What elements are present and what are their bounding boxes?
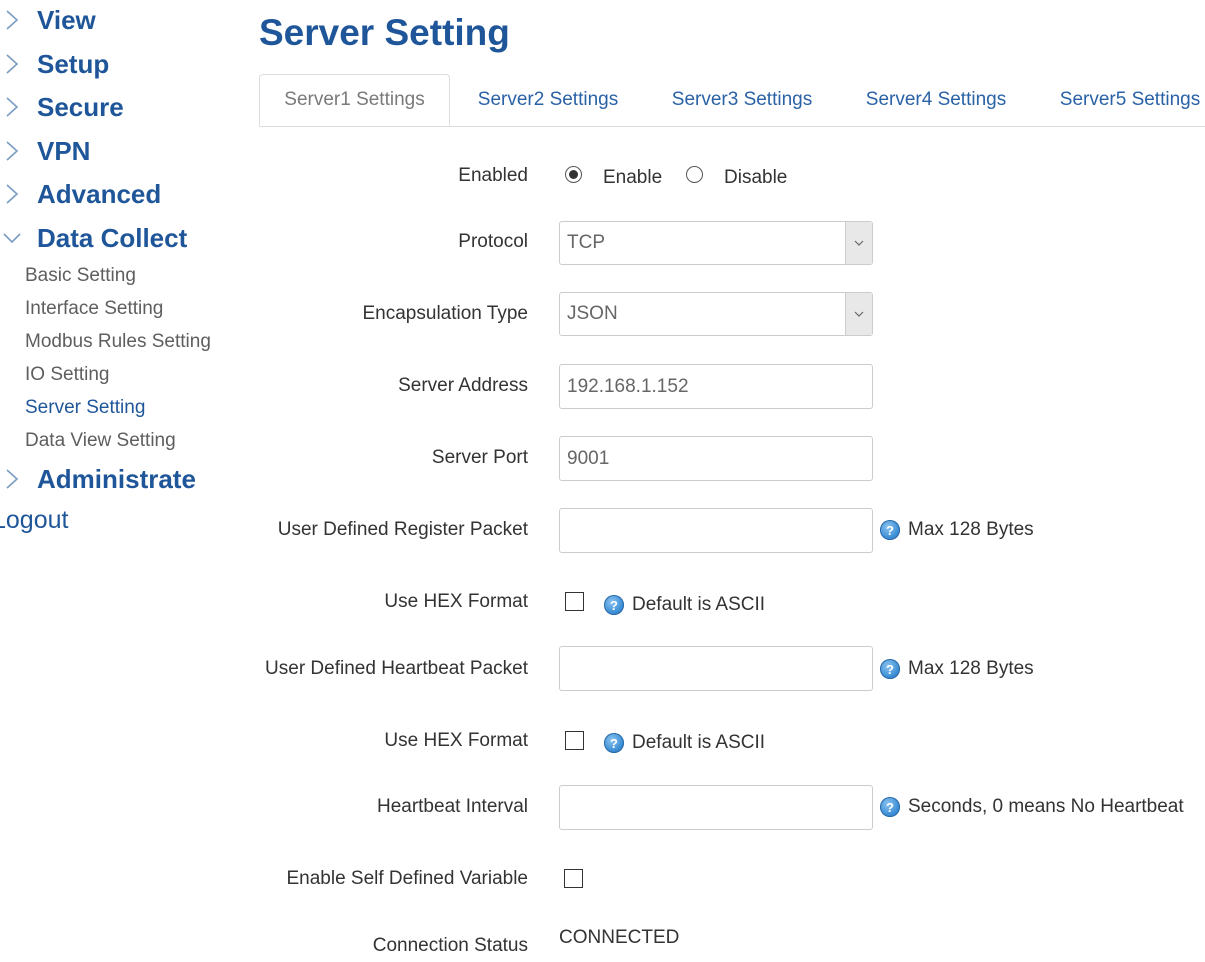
heartbeat-packet-hint: ? Max 128 Bytes xyxy=(880,658,1034,680)
page-title: Server Setting xyxy=(259,12,510,53)
menu-label: VPN xyxy=(37,135,91,166)
chevron-down-icon xyxy=(2,223,22,253)
chevron-right-icon xyxy=(2,464,22,494)
encapsulation-type-value: JSON xyxy=(567,303,618,324)
disable-radio-label[interactable]: Disable xyxy=(724,167,787,189)
protocol-value: TCP xyxy=(567,232,605,253)
register-hex-hint: ? Default is ASCII xyxy=(604,594,765,616)
enable-radio-label[interactable]: Enable xyxy=(603,167,662,189)
hint-text: Seconds, 0 means No Heartbeat xyxy=(908,796,1184,817)
heartbeat-interval-input[interactable] xyxy=(559,785,873,830)
self-defined-variable-label: Enable Self Defined Variable xyxy=(286,868,528,889)
hint-text: Max 128 Bytes xyxy=(908,658,1034,679)
menu-label: Data Collect xyxy=(37,222,188,253)
chevron-right-icon xyxy=(2,179,22,209)
submenu-server-setting[interactable]: Server Setting xyxy=(25,397,145,419)
tab-server3-settings[interactable]: Server3 Settings xyxy=(659,74,825,126)
server-address-label: Server Address xyxy=(398,375,528,396)
submenu-basic-setting[interactable]: Basic Setting xyxy=(25,265,136,287)
enabled-label: Enabled xyxy=(458,165,528,186)
encapsulation-type-label: Encapsulation Type xyxy=(362,303,529,324)
logout-link[interactable]: Logout xyxy=(0,506,68,535)
protocol-label: Protocol xyxy=(458,231,528,252)
chevron-down-icon xyxy=(845,293,872,335)
chevron-right-icon xyxy=(2,5,22,35)
help-icon: ? xyxy=(880,659,900,679)
chevron-right-icon xyxy=(2,136,22,166)
self-defined-variable-checkbox[interactable] xyxy=(564,869,583,888)
heartbeat-hex-checkbox[interactable] xyxy=(565,731,584,750)
connection-status-label: Connection Status xyxy=(372,935,528,956)
server-port-label: Server Port xyxy=(431,447,528,468)
menu-label: Advanced xyxy=(37,178,162,209)
register-packet-hint: ? Max 128 Bytes xyxy=(880,519,1034,541)
hint-text: Default is ASCII xyxy=(632,594,766,615)
chevron-down-icon xyxy=(845,222,872,264)
heartbeat-hex-hint: ? Default is ASCII xyxy=(604,732,765,754)
server-port-input[interactable] xyxy=(559,436,873,481)
server-address-input[interactable] xyxy=(559,364,873,409)
heartbeat-interval-label: Heartbeat Interval xyxy=(376,796,528,817)
encapsulation-type-select[interactable]: JSON xyxy=(559,292,873,336)
submenu-data-view-setting[interactable]: Data View Setting xyxy=(25,430,176,452)
tab-server1-settings[interactable]: Server1 Settings xyxy=(259,74,450,126)
menu-label: Secure xyxy=(37,91,124,122)
tab-server4-settings[interactable]: Server4 Settings xyxy=(853,74,1019,126)
tab-server5-settings[interactable]: Server5 Settings xyxy=(1047,74,1205,126)
heartbeat-packet-input[interactable] xyxy=(559,646,873,691)
heartbeat-packet-label: User Defined Heartbeat Packet xyxy=(265,658,528,679)
hint-text: Max 128 Bytes xyxy=(908,519,1034,540)
chevron-right-icon xyxy=(2,49,22,79)
register-packet-input[interactable] xyxy=(559,508,873,553)
menu-label: Administrate xyxy=(37,463,196,494)
submenu-interface-setting[interactable]: Interface Setting xyxy=(25,298,163,320)
menu-label: Setup xyxy=(37,48,110,79)
help-icon: ? xyxy=(880,797,900,817)
register-hex-checkbox[interactable] xyxy=(565,592,584,611)
enable-radio[interactable] xyxy=(565,166,582,183)
heartbeat-interval-hint: ? Seconds, 0 means No Heartbeat xyxy=(880,796,1184,818)
disable-radio[interactable] xyxy=(686,166,703,183)
protocol-select[interactable]: TCP xyxy=(559,221,873,265)
server-tabs: Server1 Settings Server2 Settings Server… xyxy=(259,74,1205,127)
tab-server2-settings[interactable]: Server2 Settings xyxy=(465,74,631,126)
submenu-io-setting[interactable]: IO Setting xyxy=(25,364,110,386)
register-packet-label: User Defined Register Packet xyxy=(277,519,528,540)
help-icon: ? xyxy=(880,520,900,540)
help-icon: ? xyxy=(604,595,624,615)
help-icon: ? xyxy=(604,733,624,753)
chevron-right-icon xyxy=(2,92,22,122)
heartbeat-hex-label: Use HEX Format xyxy=(384,730,528,751)
menu-label: View xyxy=(37,4,96,35)
connection-status-value: CONNECTED xyxy=(559,927,680,948)
submenu-modbus-rules-setting[interactable]: Modbus Rules Setting xyxy=(25,331,211,353)
register-hex-label: Use HEX Format xyxy=(384,591,528,612)
hint-text: Default is ASCII xyxy=(632,732,766,753)
